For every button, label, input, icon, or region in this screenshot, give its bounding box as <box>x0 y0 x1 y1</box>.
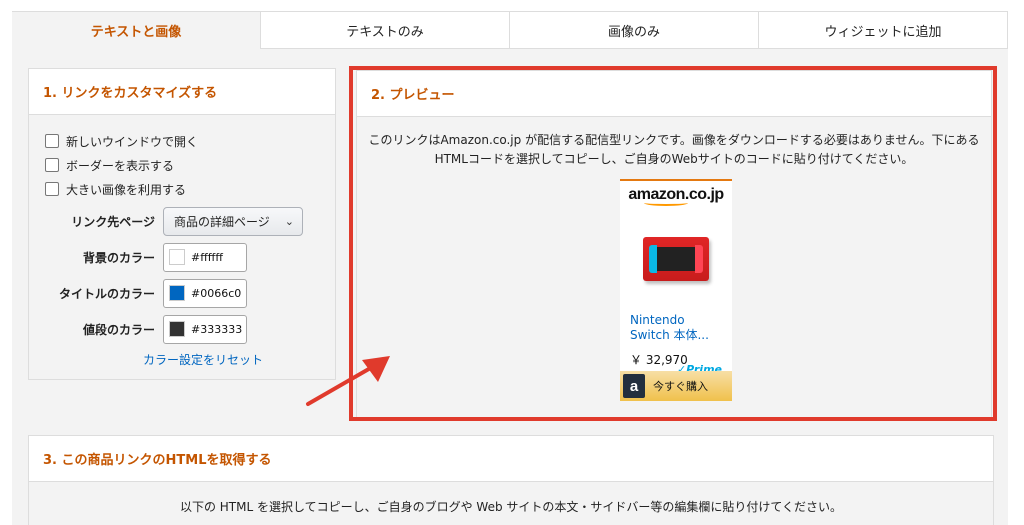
nintendo-switch-box-image <box>643 237 709 281</box>
joycon-right <box>695 245 703 273</box>
price-color-value: #333333 <box>191 322 243 336</box>
title-color-label: タイトルのカラー <box>58 286 155 301</box>
bg-color-row: 背景のカラー #ffffff <box>45 239 335 275</box>
preview-description: このリンクはAmazon.co.jp が配信する配信型リンクです。画像をダウンロ… <box>368 133 980 166</box>
bg-color-label: 背景のカラー <box>82 250 155 265</box>
price-color-row: 値段のカラー #333333 <box>45 311 335 347</box>
buy-now-label: 今すぐ購入 <box>653 380 708 393</box>
price-color-swatch[interactable] <box>169 321 185 337</box>
tab-bar: テキストと画像 テキストのみ 画像のみ ウィジェットに追加 <box>12 11 1008 49</box>
chevron-down-icon: ⌄ <box>284 214 294 228</box>
tab-text-only[interactable]: テキストのみ <box>260 12 509 49</box>
show-border-label: ボーダーを表示する <box>66 158 175 173</box>
product-title-link[interactable]: Nintendo Switch 本体... <box>620 307 732 343</box>
joycon-left <box>649 245 657 273</box>
get-html-panel-title: 3. この商品リンクのHTMLを取得する <box>29 436 993 482</box>
amazon-logo: amazon.co.jp <box>620 181 732 211</box>
price-color-input[interactable]: #333333 <box>163 314 247 344</box>
option-show-border[interactable]: ボーダーを表示する <box>45 153 335 177</box>
new-window-checkbox[interactable] <box>45 134 59 148</box>
price-color-label: 値段のカラー <box>82 322 155 337</box>
tab-add-to-widget[interactable]: ウィジェットに追加 <box>758 12 1008 49</box>
bg-color-value: #ffffff <box>191 250 223 264</box>
bg-color-swatch[interactable] <box>169 249 185 265</box>
title-color-value: #0066c0 <box>191 286 242 300</box>
large-image-checkbox[interactable] <box>45 182 59 196</box>
link-target-label: リンク先ページ <box>71 214 155 229</box>
option-large-image[interactable]: 大きい画像を利用する <box>45 177 335 201</box>
link-target-value: 商品の詳細ページ <box>174 214 270 229</box>
console-screen <box>655 247 699 271</box>
customize-panel-body: 新しいウインドウで開く ボーダーを表示する 大きい画像を利用する リンク先ページ… <box>29 115 335 379</box>
customize-panel-title: 1. リンクをカスタマイズする <box>29 69 335 115</box>
reset-colors-link[interactable]: カラー設定をリセット <box>45 351 335 368</box>
title-color-swatch[interactable] <box>169 285 185 301</box>
preview-panel-title: 2. プレビュー <box>357 71 991 117</box>
get-html-description: 以下の HTML を選択してコピーし、ご自身のブログや Web サイトの本文・サ… <box>179 500 843 514</box>
buy-now-button[interactable]: a 今すぐ購入 <box>620 371 732 401</box>
show-border-checkbox[interactable] <box>45 158 59 172</box>
tab-image-only[interactable]: 画像のみ <box>509 12 758 49</box>
large-image-label: 大きい画像を利用する <box>66 182 187 197</box>
link-target-select[interactable]: 商品の詳細ページ ⌄ <box>163 206 303 236</box>
product-ad-preview[interactable]: amazon.co.jp Nintendo Switch 本体... ￥ 32,… <box>620 179 732 401</box>
amazon-a-icon: a <box>623 374 645 398</box>
product-image[interactable] <box>620 211 732 307</box>
amazon-smile-icon <box>644 200 688 206</box>
red-arrow-icon <box>306 356 390 406</box>
link-target-row: リンク先ページ 商品の詳細ページ ⌄ <box>45 203 335 239</box>
title-color-input[interactable]: #0066c0 <box>163 278 247 308</box>
customize-panel: 1. リンクをカスタマイズする 新しいウインドウで開く ボーダーを表示する 大き… <box>28 68 336 380</box>
preview-panel: 2. プレビュー このリンクはAmazon.co.jp が配信する配信型リンクで… <box>356 70 992 418</box>
get-html-panel: 3. この商品リンクのHTMLを取得する 以下の HTML を選択してコピーし、… <box>28 435 994 525</box>
new-window-label: 新しいウインドウで開く <box>66 134 199 149</box>
option-new-window[interactable]: 新しいウインドウで開く <box>45 129 335 153</box>
tab-text-and-image[interactable]: テキストと画像 <box>12 12 260 49</box>
get-html-panel-body: 以下の HTML を選択してコピーし、ご自身のブログや Web サイトの本文・サ… <box>29 482 993 525</box>
title-color-row: タイトルのカラー #0066c0 <box>45 275 335 311</box>
bg-color-input[interactable]: #ffffff <box>163 242 247 272</box>
